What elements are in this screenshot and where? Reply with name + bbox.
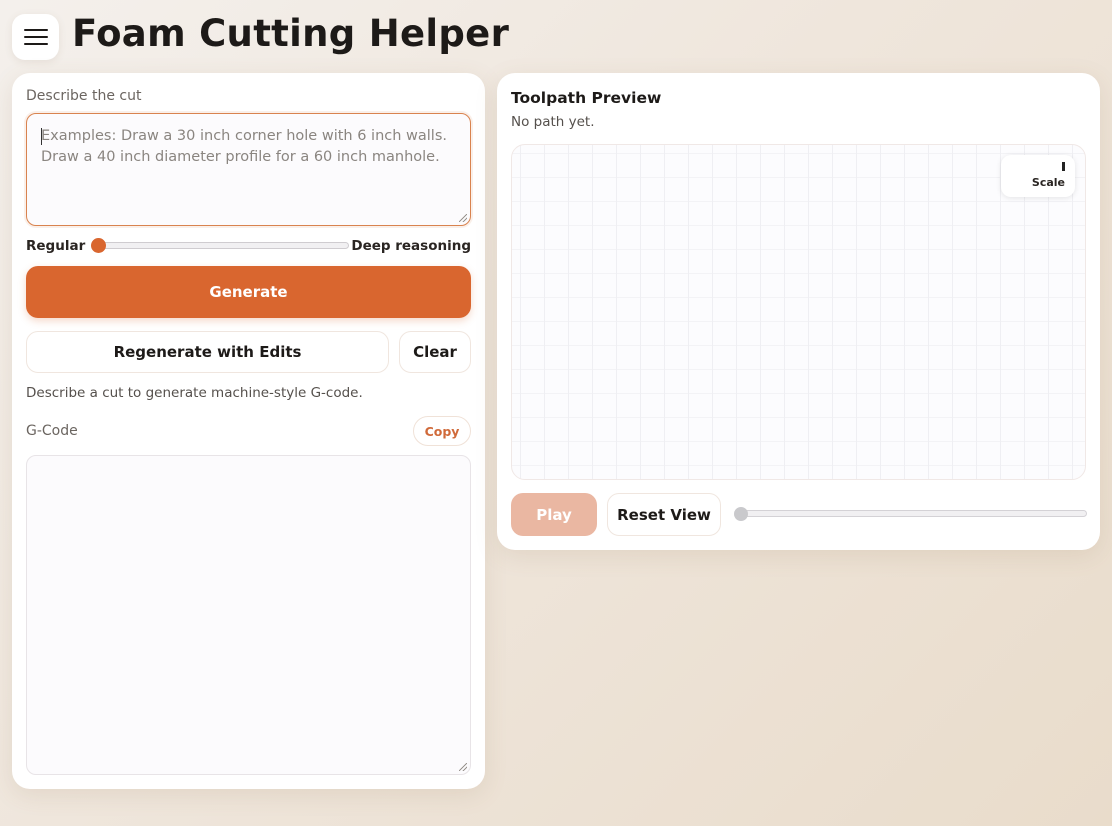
scale-indicator: Scale: [1001, 155, 1075, 197]
resize-handle-icon[interactable]: [459, 763, 467, 771]
reasoning-mode-slider: Regular Deep reasoning: [26, 237, 471, 255]
reasoning-slider-thumb[interactable]: [91, 238, 106, 253]
cut-description-input[interactable]: Examples: Draw a 30 inch corner hole wit…: [26, 113, 471, 226]
reasoning-slider-track[interactable]: [98, 242, 349, 249]
playback-slider-thumb[interactable]: [734, 507, 748, 521]
cut-description-placeholder: Examples: Draw a 30 inch corner hole wit…: [41, 128, 447, 165]
toolpath-preview-title: Toolpath Preview: [511, 89, 662, 107]
generate-button[interactable]: Generate: [26, 266, 471, 318]
reset-view-button[interactable]: Reset View: [607, 493, 721, 536]
regenerate-with-edits-button[interactable]: Regenerate with Edits: [26, 331, 389, 373]
hamburger-menu-icon[interactable]: [12, 14, 59, 60]
menu-bar-line: [23, 29, 48, 31]
text-caret: [41, 128, 42, 145]
toolpath-canvas[interactable]: Scale: [511, 144, 1086, 480]
copy-gcode-button[interactable]: Copy: [413, 416, 471, 446]
clear-button[interactable]: Clear: [399, 331, 471, 373]
status-message: Describe a cut to generate machine-style…: [26, 385, 363, 401]
toolpath-preview-panel: Toolpath Preview No path yet. Scale Play…: [497, 73, 1100, 550]
scale-label: Scale: [1031, 176, 1065, 189]
resize-handle-icon[interactable]: [459, 214, 467, 222]
gcode-label: G-Code: [26, 423, 78, 439]
reasoning-deep-label: Deep reasoning: [351, 238, 471, 254]
gcode-output-textarea[interactable]: [26, 455, 471, 775]
reasoning-regular-label: Regular: [26, 238, 86, 254]
app-title: Foam Cutting Helper: [72, 12, 510, 55]
menu-bar-line: [23, 43, 48, 45]
play-button[interactable]: Play: [511, 493, 597, 536]
menu-bar-line: [23, 36, 48, 38]
cut-input-panel: Describe the cut Examples: Draw a 30 inc…: [12, 73, 485, 789]
scale-bar-icon: [1062, 162, 1065, 171]
playback-slider-track[interactable]: [737, 510, 1087, 517]
toolpath-status: No path yet.: [511, 114, 595, 130]
describe-cut-label: Describe the cut: [26, 88, 142, 104]
